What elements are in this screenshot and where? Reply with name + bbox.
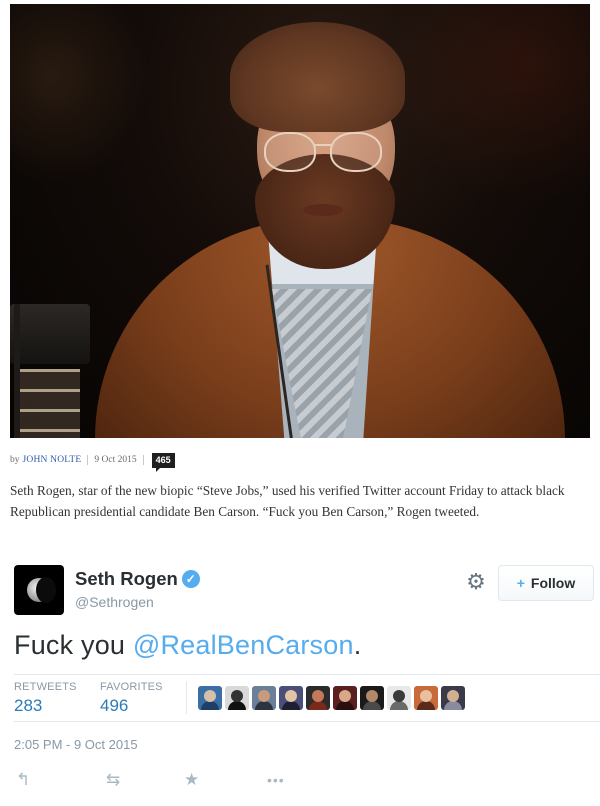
more-options-icon[interactable]: ••• (267, 772, 285, 788)
favoriter-avatar-10[interactable] (441, 686, 465, 710)
stats-divider (14, 674, 600, 675)
favoriter-avatar-body (417, 701, 435, 710)
byline-divider (87, 455, 89, 465)
profile-avatar[interactable] (14, 565, 64, 615)
glasses-bridge (315, 144, 331, 146)
verified-badge-icon: ✓ (181, 570, 200, 588)
comment-count-badge[interactable]: 465 (151, 452, 175, 472)
favoriter-avatar-5[interactable] (306, 686, 330, 710)
favorite-star-icon[interactable]: ★ (184, 770, 199, 790)
display-name-text[interactable]: Seth Rogen (75, 568, 178, 590)
favoriter-avatar-8[interactable] (387, 686, 411, 710)
follow-button-label: Follow (530, 575, 576, 591)
tweet-author-handle[interactable]: @Sethrogen (75, 594, 154, 610)
glasses-right-lens (330, 132, 382, 172)
favoriter-avatar-body (309, 701, 327, 710)
gear-icon[interactable]: ⚙ (465, 571, 487, 593)
article-date: 9 Oct 2015 (94, 455, 137, 465)
favoriter-avatar-body (201, 701, 219, 710)
person-hair (230, 22, 405, 132)
favoriter-avatar-7[interactable] (360, 686, 384, 710)
favoriter-avatar-1[interactable] (198, 686, 222, 710)
photo-background-light (10, 4, 150, 184)
favoriter-avatar-body (228, 701, 246, 710)
follow-button[interactable]: + Follow (498, 565, 594, 601)
person-mouth (303, 204, 343, 216)
favoriter-avatar-head (420, 690, 432, 702)
retweets-count[interactable]: 283 (14, 696, 77, 716)
favoriter-avatar-body (444, 701, 462, 710)
photo-equipment (10, 304, 90, 364)
mention-link[interactable]: @RealBenCarson (133, 630, 354, 660)
favoriter-avatar-head (204, 690, 216, 702)
favorites-count[interactable]: 496 (100, 696, 163, 716)
retweets-label: RETWEETS (14, 681, 77, 693)
byline-divider (142, 455, 144, 465)
photo-background-light (390, 4, 590, 204)
favoriter-avatar-body (390, 701, 408, 710)
favoriter-avatar-head (366, 690, 378, 702)
retweet-icon[interactable]: ⇆ (106, 770, 120, 790)
stats-separator (186, 681, 187, 714)
retweets-stat[interactable]: RETWEETS 283 (14, 681, 77, 716)
article-photo (10, 4, 590, 438)
favoriter-avatar-body (255, 701, 273, 710)
byline-prefix: by (10, 455, 20, 465)
favoriter-avatar-9[interactable] (414, 686, 438, 710)
tweet-author-name[interactable]: Seth Rogen ✓ (75, 568, 200, 590)
reply-icon[interactable]: ↰ (16, 770, 30, 790)
favoriter-avatar-head (447, 690, 459, 702)
favoriters-avatar-list (198, 686, 468, 710)
favoriter-avatar-head (258, 690, 270, 702)
favoriter-avatar-head (285, 690, 297, 702)
favoriter-avatar-body (282, 701, 300, 710)
favorites-label: FAVORITES (100, 681, 163, 693)
favorites-stat[interactable]: FAVORITES 496 (100, 681, 163, 716)
tweet-text: Fuck you @RealBenCarson. (14, 630, 361, 661)
favoriter-avatar-body (363, 701, 381, 710)
article-byline: by JOHN NOLTE 9 Oct 2015 465 (10, 452, 175, 472)
favoriter-avatar-body (336, 701, 354, 710)
stats-divider (14, 721, 600, 722)
favoriter-avatar-2[interactable] (225, 686, 249, 710)
favoriter-avatar-3[interactable] (252, 686, 276, 710)
favoriter-avatar-head (393, 690, 405, 702)
favoriter-avatar-head (231, 690, 243, 702)
favoriter-avatar-4[interactable] (279, 686, 303, 710)
favoriter-avatar-head (312, 690, 324, 702)
avatar-moon-shadow (36, 577, 56, 603)
author-link[interactable]: JOHN NOLTE (23, 455, 82, 465)
glasses-left-lens (264, 132, 316, 172)
favoriter-avatar-6[interactable] (333, 686, 357, 710)
article-body: Seth Rogen, star of the new biopic “Stev… (10, 483, 565, 519)
tweet-text-suffix: . (353, 630, 362, 660)
follow-add-user-icon: + (516, 575, 525, 591)
tweet-text-prefix: Fuck you (14, 630, 133, 660)
tweet-timestamp[interactable]: 2:05 PM - 9 Oct 2015 (14, 737, 138, 752)
tweet-actions: ↰ ⇆ ★ ••• (14, 770, 314, 792)
photo-stage-lights (20, 369, 80, 438)
favoriter-avatar-head (339, 690, 351, 702)
